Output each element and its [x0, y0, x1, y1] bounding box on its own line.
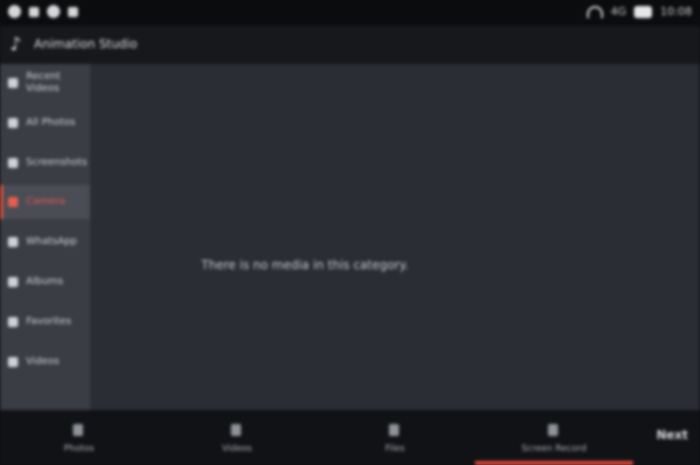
sidebar-item-camera[interactable]: Camera [0, 185, 90, 219]
app-logo-icon: ♪ [10, 34, 22, 55]
tab-videos[interactable]: Videos [158, 410, 316, 465]
next-button[interactable]: Next [648, 428, 688, 446]
status-bar: 4G 10:08 [0, 0, 700, 26]
sidebar-item-videos[interactable]: Videos [0, 345, 90, 379]
sidebar-item-favorites[interactable]: Favorites [0, 305, 90, 339]
notification-icon-3 [68, 6, 78, 17]
album-icon [8, 277, 18, 287]
video-icon [231, 424, 241, 436]
network-type: 4G [610, 5, 627, 18]
empty-state-message: There is no media in this category. [201, 258, 409, 272]
notification-icon-2 [29, 6, 39, 17]
bottom-navigation: Photos Videos Files Screen Record Next [0, 410, 700, 465]
screenshot-icon [8, 158, 18, 168]
camera-icon [8, 197, 18, 207]
active-tab-indicator [475, 461, 633, 465]
sidebar-item-label: Screenshots [26, 157, 88, 168]
app-header: ♪ Animation Studio [0, 26, 700, 64]
settings-icon [47, 5, 60, 18]
wifi-icon [586, 5, 603, 18]
battery-icon [634, 5, 653, 18]
tab-label: Photos [63, 444, 95, 454]
sidebar-item-label: All Photos [26, 117, 76, 128]
tab-label: Screen Record [521, 444, 587, 454]
tab-label: Files [385, 444, 405, 454]
app-root: 4G 10:08 ♪ Animation Studio Recent Video… [0, 0, 700, 465]
tab-photos[interactable]: Photos [0, 410, 158, 465]
sidebar-item-label: Videos [26, 356, 60, 367]
video-icon [8, 357, 18, 367]
photo-icon [73, 424, 83, 436]
star-icon [8, 317, 18, 327]
image-icon [8, 118, 18, 128]
sidebar: Recent Videos All Photos Screenshots Cam… [0, 64, 90, 410]
active-indicator [0, 185, 3, 219]
clock-time: 10:08 [660, 5, 692, 18]
page-title: Animation Studio [34, 37, 138, 51]
sidebar-item-label: Recent Videos [26, 71, 61, 94]
tab-files[interactable]: Files [316, 410, 474, 465]
sidebar-item-screenshots[interactable]: Screenshots [0, 146, 90, 180]
tab-label: Videos [222, 444, 252, 454]
sidebar-item-all-photos[interactable]: All Photos [0, 106, 90, 140]
sidebar-item-label: Albums [26, 276, 64, 287]
sidebar-item-label: Favorites [26, 316, 72, 327]
notification-icon [8, 5, 21, 18]
chat-icon [8, 237, 18, 247]
tab-screen-record[interactable]: Screen Record [475, 410, 633, 465]
sidebar-item-label: WhatsApp [26, 236, 78, 247]
file-icon [389, 424, 399, 436]
media-content-area: There is no media in this category. [90, 64, 700, 410]
record-icon [548, 424, 558, 436]
clock-icon [8, 78, 18, 88]
sidebar-item-label: Camera [26, 196, 66, 207]
sidebar-item-recent-videos[interactable]: Recent Videos [0, 66, 90, 100]
sidebar-item-whatsapp[interactable]: WhatsApp [0, 225, 90, 259]
